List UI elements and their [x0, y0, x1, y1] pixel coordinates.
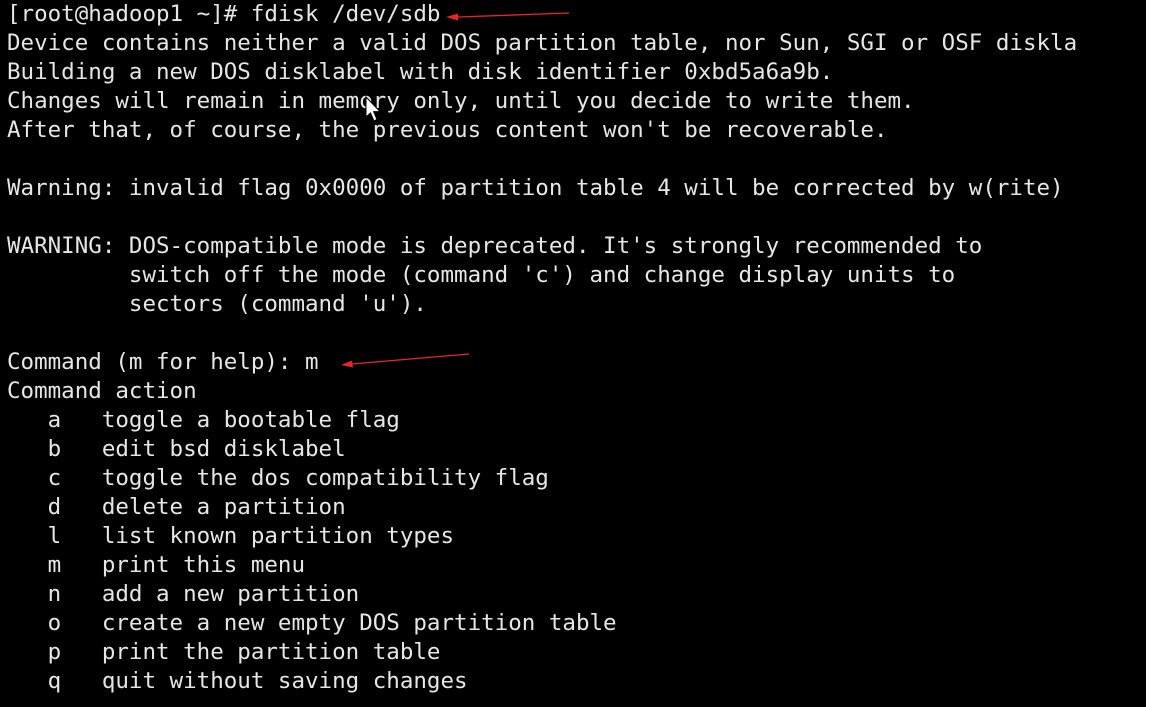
terminal-line: m print this menu: [7, 552, 306, 578]
terminal-line: o create a new empty DOS partition table: [7, 610, 617, 636]
terminal-line: p print the partition table: [7, 639, 441, 665]
terminal-line: Changes will remain in memory only, unti…: [7, 88, 915, 114]
terminal-line: q quit without saving changes: [7, 668, 468, 694]
terminal-line: Building a new DOS disklabel with disk i…: [7, 59, 834, 85]
terminal-line: Command action: [7, 378, 197, 404]
terminal-window[interactable]: [root@hadoop1 ~]# fdisk /dev/sdb Device …: [0, 0, 1146, 707]
terminal-line: a toggle a bootable flag: [7, 407, 400, 433]
terminal-line: c toggle the dos compatibility flag: [7, 465, 549, 491]
terminal-line: Device contains neither a valid DOS part…: [7, 30, 1078, 56]
terminal-line: l list known partition types: [7, 523, 455, 549]
terminal-line: Command (m for help): m: [7, 349, 319, 375]
terminal-line: [root@hadoop1 ~]# fdisk /dev/sdb: [7, 1, 441, 27]
terminal-line: b edit bsd disklabel: [7, 436, 346, 462]
terminal-line: d delete a partition: [7, 494, 346, 520]
terminal-line: After that, of course, the previous cont…: [7, 117, 888, 143]
terminal-line: switch off the mode (command 'c') and ch…: [7, 262, 956, 288]
terminal-line: sectors (command 'u').: [7, 291, 427, 317]
terminal-line: n add a new partition: [7, 581, 360, 607]
terminal-line: Warning: invalid flag 0x0000 of partitio…: [7, 175, 1064, 201]
terminal-line: WARNING: DOS-compatible mode is deprecat…: [7, 233, 983, 259]
